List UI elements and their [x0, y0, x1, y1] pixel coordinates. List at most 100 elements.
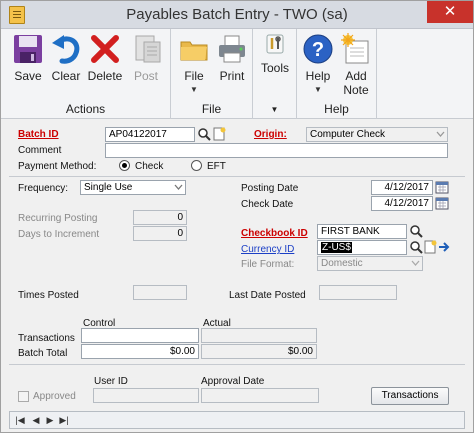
payment-check-label: Check [135, 161, 164, 172]
days-to-increment-field[interactable]: 0 [133, 226, 187, 241]
ribbon-group-file-label: File [201, 102, 222, 116]
comment-label: Comment [18, 145, 62, 156]
user-id-field [93, 388, 199, 403]
times-posted-field [133, 285, 187, 300]
origin-dropdown[interactable]: Computer Check [306, 127, 448, 142]
tools-button[interactable]: Tools [256, 31, 294, 97]
origin-label: Origin: [254, 129, 287, 140]
ribbon-group-actions-label: Actions [65, 102, 106, 116]
print-button[interactable]: Print [213, 31, 251, 97]
approved-label: Approved [33, 391, 76, 402]
tools-dropdown-icon[interactable]: ▼ [253, 105, 296, 114]
checkbook-id-field[interactable]: FIRST BANK [317, 224, 407, 239]
title-bar: Payables Batch Entry - TWO (sa) ✕ [1, 1, 473, 29]
file-format-chevron-down-icon [411, 260, 420, 266]
add-note-icon [341, 33, 369, 64]
check-date-calendar-icon[interactable] [435, 196, 449, 210]
previous-record-button[interactable]: ◀ [30, 414, 42, 426]
batch-id-lookup-icon[interactable] [197, 127, 211, 141]
batch-total-label: Batch Total [18, 348, 68, 359]
recurring-posting-label: Recurring Posting [18, 213, 98, 224]
file-format-label: File Format: [241, 259, 295, 270]
payment-eft-radio[interactable] [191, 160, 202, 171]
checkbook-lookup-icon[interactable] [409, 224, 423, 238]
close-button[interactable]: ✕ [427, 1, 473, 23]
folder-icon [180, 41, 208, 61]
currency-id-field[interactable]: Z-US$ [317, 240, 407, 255]
check-date-label: Check Date [241, 199, 294, 210]
post-button[interactable]: Post [127, 31, 165, 97]
post-label: Post [133, 69, 158, 83]
add-note-label: Add Note [343, 69, 369, 97]
origin-value: Computer Check [310, 129, 386, 140]
transactions-button[interactable]: Transactions [371, 387, 449, 405]
frequency-value: Single Use [84, 182, 133, 193]
currency-id-link[interactable]: Currency ID [241, 244, 294, 255]
tools-icon [266, 34, 284, 54]
posting-date-field[interactable]: 4/12/2017 [371, 180, 433, 195]
file-format-dropdown[interactable]: Domestic [317, 256, 423, 271]
add-note-button[interactable]: Add Note [337, 31, 375, 97]
payment-eft-label: EFT [207, 161, 226, 172]
frequency-label: Frequency: [18, 183, 69, 194]
times-posted-label: Times Posted [18, 290, 79, 301]
next-record-button[interactable]: ▶ [44, 414, 56, 426]
posting-date-calendar-icon[interactable] [435, 180, 449, 194]
frequency-dropdown[interactable]: Single Use [80, 180, 186, 195]
file-format-value: Domestic [321, 258, 363, 269]
approved-checkbox[interactable] [18, 391, 29, 402]
save-button[interactable]: Save [9, 31, 47, 97]
divider [9, 364, 465, 365]
ribbon-group-actions: Save Clear Delete Post Actions [1, 29, 171, 119]
batch-id-new-icon[interactable] [212, 127, 226, 141]
approval-date-field [201, 388, 319, 403]
ribbon-group-tools: Tools ▼ [253, 29, 297, 119]
posting-date-label: Posting Date [241, 183, 299, 194]
record-navigation-bar: |◀ ◀ ▶ ▶| [9, 411, 465, 429]
ribbon-group-file: File ▼ Print File [171, 29, 253, 119]
last-date-posted-label: Last Date Posted [229, 290, 306, 301]
svg-text:?: ? [312, 39, 324, 61]
help-question-icon: ? [303, 34, 333, 64]
control-total-field[interactable]: $0.00 [81, 344, 199, 359]
post-document-icon [135, 35, 161, 63]
currency-lookup-icon[interactable] [409, 240, 423, 254]
last-date-posted-field [319, 285, 397, 300]
clear-button[interactable]: Clear [47, 31, 85, 97]
check-date-field[interactable]: 4/12/2017 [371, 196, 433, 211]
batch-entry-form: Batch ID AP04122017 Origin: Computer Che… [1, 120, 473, 410]
currency-id-value: Z-US$ [321, 242, 352, 253]
file-menu-button[interactable]: File ▼ [175, 31, 213, 97]
divider [9, 176, 465, 177]
currency-new-icon[interactable] [423, 240, 437, 254]
printer-icon [219, 35, 245, 63]
transactions-row-label: Transactions [18, 333, 75, 344]
origin-chevron-down-icon [436, 131, 445, 137]
checkbook-id-label: Checkbook ID [241, 228, 308, 239]
frequency-chevron-down-icon [174, 184, 183, 190]
delete-button[interactable]: Delete [86, 31, 124, 97]
recurring-posting-field[interactable]: 0 [133, 210, 187, 225]
help-dropdown-icon: ▼ [314, 85, 322, 94]
control-transactions-field[interactable] [81, 328, 199, 343]
save-icon [14, 35, 42, 63]
payment-check-radio[interactable] [119, 160, 130, 171]
ribbon-group-help: ? Help ▼ Add Note Help [297, 29, 377, 119]
currency-expand-arrow-icon[interactable] [437, 240, 451, 254]
delete-x-icon [91, 35, 119, 63]
ribbon-group-help-label: Help [324, 102, 349, 116]
last-record-button[interactable]: ▶| [58, 414, 70, 426]
user-id-label: User ID [94, 376, 128, 387]
payment-method-label: Payment Method: [18, 161, 97, 172]
undo-arrow-icon [52, 35, 80, 64]
comment-field[interactable] [105, 143, 448, 158]
batch-id-field[interactable]: AP04122017 [105, 127, 195, 142]
approval-date-label: Approval Date [201, 376, 265, 387]
ribbon: Save Clear Delete Post Actions File ▼ Pr… [1, 29, 473, 119]
file-dropdown-icon: ▼ [190, 85, 198, 94]
batch-id-label: Batch ID [18, 129, 59, 140]
window-title: Payables Batch Entry - TWO (sa) [126, 6, 348, 23]
days-to-increment-label: Days to Increment [18, 229, 100, 240]
actual-transactions-field [201, 328, 317, 343]
first-record-button[interactable]: |◀ [14, 414, 26, 426]
